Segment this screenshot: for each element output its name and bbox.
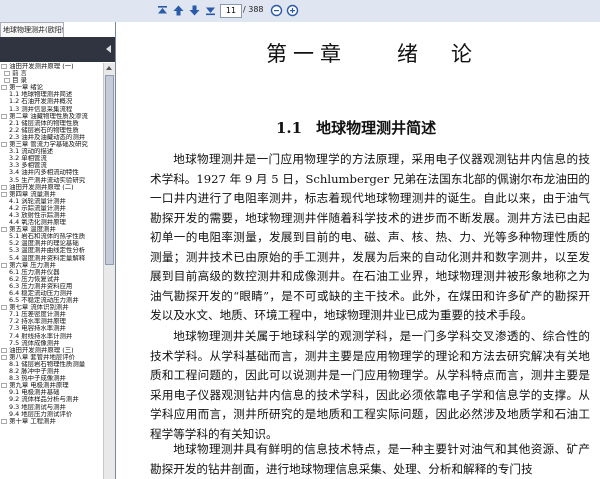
toc-item[interactable]: 8.3 热中子成像测井 bbox=[0, 375, 103, 382]
chapter-number: 第一章 bbox=[266, 42, 347, 66]
toc-item[interactable]: 4.1 涡轮流量计测井 bbox=[0, 198, 103, 205]
toc-item[interactable]: 1.2 石油开发测井概况 bbox=[0, 98, 103, 105]
section-title: 地球物理测井简述 bbox=[316, 119, 437, 137]
toc-item[interactable]: 9.1 电极测井基础 bbox=[0, 389, 103, 396]
viewer-toolbar: 11 / 388 bbox=[0, 0, 600, 23]
toc-item[interactable]: 3.3 多相管流 bbox=[0, 162, 103, 169]
section-number: 1.1 bbox=[276, 119, 303, 137]
chapter-heading: 第一章 绪 论 bbox=[266, 38, 478, 68]
toc-item[interactable]: 9.4 地层压力测试评价 bbox=[0, 411, 103, 418]
table-of-contents: □ 油田开发测井原理 (一) □ 前 言 □ 目 录 □ 第一章 绪论 1.1 地球物理… bbox=[0, 63, 103, 479]
body-paragraph: 地球物理测井是一门应用物理学的方法原理，采用电子仪器观测钻井内信息的技术学科。1… bbox=[150, 152, 590, 322]
toc-item[interactable]: □ 第八章 套管井地层评价 bbox=[0, 354, 103, 361]
sidebar-scrollbar[interactable] bbox=[103, 63, 115, 479]
toc-item[interactable]: 1.3 测井信息采集流程 bbox=[0, 106, 103, 113]
toc-item[interactable]: 5.1 岩石和流体的热学性质 bbox=[0, 233, 103, 240]
toc-item[interactable]: □ 前 言 bbox=[0, 70, 103, 77]
section-heading: 1.1 地球物理测井简述 bbox=[276, 117, 436, 138]
toc-item[interactable]: 3.4 油井内多相流动特性 bbox=[0, 169, 103, 176]
page-total-label: / 388 bbox=[243, 5, 264, 14]
document-page: 第一章 绪 论 1.1 地球物理测井简述 地球物理测井是一门应用物理学的方法原理，采… bbox=[116, 22, 600, 479]
toc-item[interactable]: □ 第四章 流量测井 bbox=[0, 191, 103, 198]
toc-item[interactable]: 5.4 温度测井资料定量解释 bbox=[0, 255, 103, 262]
zoom-in-icon[interactable] bbox=[286, 4, 299, 17]
toc-item[interactable]: 4.4 氧活化测井原理 bbox=[0, 219, 103, 226]
next-page-icon[interactable] bbox=[188, 4, 201, 17]
toc-item[interactable]: 8.1 储层岩石物理性质测量 bbox=[0, 361, 103, 368]
bookmark-sidebar: 地球物理测井(欧阳健)员修... □ 油田开发测井原理 (一)□ 前 言□ 目 … bbox=[0, 22, 116, 479]
scrollbar-thumb[interactable] bbox=[105, 75, 114, 265]
toc-item[interactable]: 8.2 脉冲中子测井 bbox=[0, 368, 103, 375]
toc-item[interactable]: □ 油田开发测井原理 (二) bbox=[0, 184, 103, 191]
toc-item[interactable]: □ 第一章 绪论 bbox=[0, 84, 103, 91]
toc-item[interactable]: □ 目 录 bbox=[0, 77, 103, 84]
sidebar-header bbox=[0, 37, 115, 62]
toc-item[interactable]: 4.3 放射性示踪测井 bbox=[0, 212, 103, 219]
toc-item[interactable]: □ 油田开发测井原理 (一) bbox=[0, 63, 103, 70]
toc-item[interactable]: □ 第五章 温度测井 bbox=[0, 226, 103, 233]
toc-item[interactable]: 7.4 射线持水率计测井 bbox=[0, 333, 103, 340]
document-tab[interactable]: 地球物理测井(欧阳健)员修... bbox=[0, 22, 64, 37]
toc-item[interactable]: □ 油田开发测井原理 (三) bbox=[0, 347, 103, 354]
toc-item[interactable]: 6.4 稳定流动压力测井 bbox=[0, 290, 103, 297]
first-page-icon[interactable] bbox=[156, 4, 169, 17]
scroll-up-icon[interactable] bbox=[106, 66, 112, 70]
toc-item[interactable]: 9.3 地层测试与测井 bbox=[0, 404, 103, 411]
toc-item[interactable]: 5.3 温度测井曲线定性分析 bbox=[0, 247, 103, 254]
toc-item[interactable]: 6.5 不稳定流动压力测井 bbox=[0, 297, 103, 304]
previous-page-icon[interactable] bbox=[172, 4, 185, 17]
toc-item[interactable]: □ 第三章 管流力学基础及研究 bbox=[0, 141, 103, 148]
toc-item[interactable]: 7.1 压差密度计测井 bbox=[0, 311, 103, 318]
toc-item[interactable]: □ 第二章 油藏物理性质及渗流 bbox=[0, 113, 103, 120]
chapter-title: 绪 论 bbox=[397, 42, 478, 66]
toc-item[interactable]: □ 第六章 压力测井 bbox=[0, 262, 103, 269]
toc-item[interactable]: 3.5 生产测井流动实验研究 bbox=[0, 177, 103, 184]
toc-item[interactable]: 7.5 流体成像测井 bbox=[0, 340, 103, 347]
toc-item[interactable]: 6.2 压力恢复试井 bbox=[0, 276, 103, 283]
toc-item[interactable]: 2.3 油井及油藏动态的测井 bbox=[0, 134, 103, 141]
toc-item[interactable]: 4.2 示踪流量计测井 bbox=[0, 205, 103, 212]
toc-item[interactable]: 1.1 地球物理测井简述 bbox=[0, 91, 103, 98]
zoom-out-icon[interactable] bbox=[270, 4, 283, 17]
toc-item[interactable]: 7.3 电容持水率测井 bbox=[0, 325, 103, 332]
collapse-sidebar-icon[interactable] bbox=[106, 45, 111, 53]
toc-item[interactable]: □ 第十章 工程测井 bbox=[0, 418, 103, 425]
toc-item[interactable]: 9.2 流体样品分析与测井 bbox=[0, 396, 103, 403]
toc-item[interactable]: 6.1 压力测井仪器 bbox=[0, 269, 103, 276]
toc-item[interactable]: □ 第七章 流体识别测井 bbox=[0, 304, 103, 311]
body-paragraph: 地球物理测井关属于地球科学的观测学科，是一门多学科交叉渗透的、综合性的技术学科。… bbox=[150, 329, 590, 441]
toc-item[interactable]: 2.2 储层岩石的物理性质 bbox=[0, 127, 103, 134]
toc-item[interactable]: 3.2 单相管流 bbox=[0, 155, 103, 162]
toc-item[interactable]: 3.1 流动的描述 bbox=[0, 148, 103, 155]
last-page-icon[interactable] bbox=[204, 4, 217, 17]
body-paragraph: 地球物理测井具有鲜明的信息技术特点，是一种主要针对油气和其他资源、矿产勘探开发的… bbox=[150, 442, 590, 476]
toc-item[interactable]: 5.2 温度测井的理论基础 bbox=[0, 240, 103, 247]
page-number-input[interactable]: 11 bbox=[220, 4, 242, 18]
toc-item[interactable]: □ 第九章 电极测井原理 bbox=[0, 382, 103, 389]
toc-item[interactable]: 2.1 储层流体的物理性质 bbox=[0, 120, 103, 127]
toc-item[interactable]: 7.2 持水率测井原理 bbox=[0, 318, 103, 325]
toc-item[interactable]: 6.3 压力测井资料应用 bbox=[0, 283, 103, 290]
